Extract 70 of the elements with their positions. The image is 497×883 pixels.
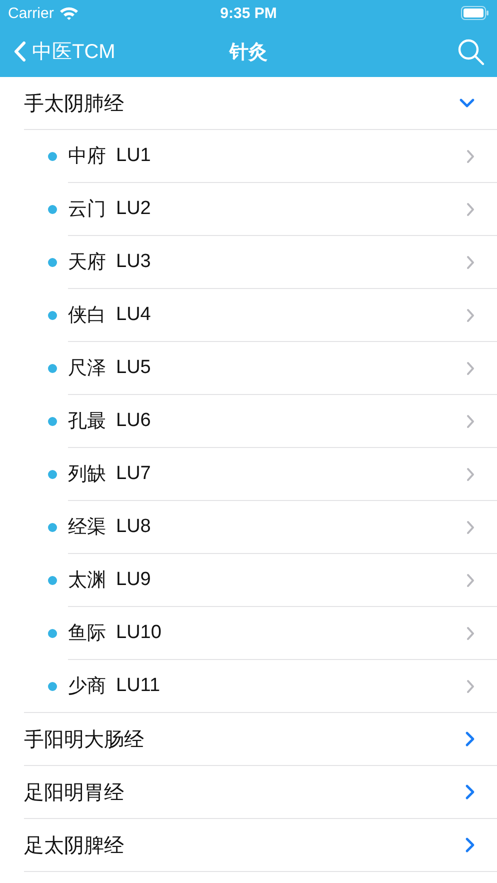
bullet-icon xyxy=(48,311,57,320)
chevron-right-icon xyxy=(465,731,475,747)
chevron-right-icon xyxy=(466,466,475,482)
point-name: 少商 xyxy=(68,675,106,699)
point-code: LU1 xyxy=(116,145,151,167)
point-name: 太渊 xyxy=(68,569,106,593)
point-name: 中府 xyxy=(68,145,106,169)
bullet-icon xyxy=(48,205,57,214)
point-code: LU8 xyxy=(116,516,151,538)
point-name: 经渠 xyxy=(68,516,106,540)
chevron-right-icon xyxy=(466,572,475,588)
point-code: LU9 xyxy=(116,569,151,591)
point-row[interactable]: 云门 LU2 xyxy=(0,183,497,236)
point-row[interactable]: 中府 LU1 xyxy=(0,130,497,183)
meridian-row[interactable]: 手阳明大肠经 xyxy=(24,713,497,766)
chevron-right-icon xyxy=(466,520,475,534)
bullet-icon xyxy=(48,152,57,161)
nav-title: 针灸 xyxy=(230,40,268,64)
status-time: 9:35 PM xyxy=(220,4,277,22)
chevron-right-icon xyxy=(466,254,475,270)
point-code: LU6 xyxy=(116,410,151,432)
carrier-label: Carrier xyxy=(8,4,54,22)
bullet-icon xyxy=(48,523,57,532)
bullet-icon xyxy=(48,470,57,479)
point-name: 天府 xyxy=(68,251,106,275)
chevron-down-icon xyxy=(459,98,475,108)
chevron-right-icon xyxy=(466,148,475,164)
chevron-right-icon xyxy=(466,626,475,640)
point-row[interactable]: 侠白 LU4 xyxy=(0,289,497,342)
chevron-right-icon xyxy=(466,360,475,376)
bullet-icon xyxy=(48,417,57,426)
point-row[interactable]: 尺泽 LU5 xyxy=(0,342,497,395)
point-row[interactable]: 鱼际 LU10 xyxy=(0,607,497,660)
point-code: LU7 xyxy=(116,463,151,485)
point-code: LU10 xyxy=(116,622,162,644)
bullet-icon xyxy=(48,576,57,585)
chevron-right-icon xyxy=(466,202,475,216)
bullet-icon xyxy=(48,682,57,690)
bullet-icon xyxy=(48,364,57,373)
search-button[interactable] xyxy=(457,38,485,66)
point-code: LU4 xyxy=(116,304,151,326)
wifi-icon xyxy=(58,6,79,20)
point-name: 云门 xyxy=(68,198,106,222)
point-row[interactable]: 天府 LU3 xyxy=(0,236,497,289)
chevron-right-icon xyxy=(465,837,475,853)
meridian-row[interactable]: 手太阴肺经 xyxy=(24,77,497,130)
point-row[interactable]: 列缺 LU7 xyxy=(0,448,497,501)
point-code: LU3 xyxy=(116,251,151,273)
chevron-right-icon xyxy=(466,308,475,322)
battery-icon xyxy=(461,6,489,20)
point-name: 列缺 xyxy=(68,463,106,487)
meridian-row[interactable]: 足太阴脾经 xyxy=(24,819,497,872)
point-name: 侠白 xyxy=(68,304,106,328)
point-row[interactable]: 太渊 LU9 xyxy=(0,554,497,607)
point-name: 尺泽 xyxy=(68,357,106,381)
point-code: LU11 xyxy=(116,675,160,697)
point-name: 孔最 xyxy=(68,410,106,434)
back-chevron-icon xyxy=(14,41,26,62)
point-row[interactable]: 经渠 LU8 xyxy=(0,501,497,554)
bullet-icon xyxy=(48,258,57,267)
meridian-row[interactable]: 足阳明胃经 xyxy=(24,766,497,819)
search-icon xyxy=(457,38,485,66)
point-row[interactable]: 孔最 LU6 xyxy=(0,395,497,448)
bullet-icon xyxy=(48,629,57,638)
chevron-right-icon xyxy=(466,414,475,428)
point-name: 鱼际 xyxy=(68,622,106,646)
point-code: LU5 xyxy=(116,357,151,379)
chevron-right-icon xyxy=(465,784,475,800)
point-code: LU2 xyxy=(116,198,151,220)
chevron-right-icon xyxy=(466,678,475,694)
